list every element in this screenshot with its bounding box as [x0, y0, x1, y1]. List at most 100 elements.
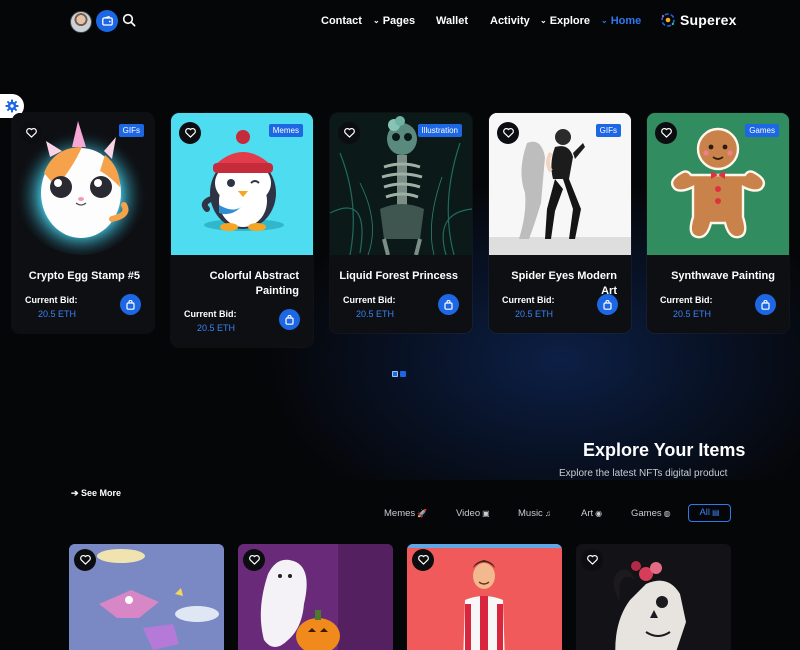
nav-activity-label: Activity: [490, 15, 530, 27]
rocket-icon: 🚀: [417, 509, 428, 518]
current-bid-label: Current Bid:: [343, 295, 396, 305]
favorite-button[interactable]: [243, 549, 265, 571]
section-title: Explore Your Items: [583, 440, 746, 460]
heart-icon: [417, 555, 429, 565]
nft-item[interactable]: [407, 544, 562, 650]
favorite-button[interactable]: [179, 122, 201, 144]
nft-title[interactable]: Crypto Egg Stamp #5: [20, 269, 140, 284]
arrow-right-icon: ➔: [71, 488, 82, 498]
shopping-bag-icon: [126, 299, 135, 310]
grid-icon: ▤: [712, 508, 720, 517]
section-subtitle: Explore the latest NFTs digital product: [559, 468, 728, 479]
shopping-bag-icon: [761, 299, 770, 310]
search-icon[interactable]: [122, 13, 136, 27]
buy-button[interactable]: [597, 294, 618, 315]
see-more-link[interactable]: ➔ See More: [71, 488, 121, 499]
nav-contact[interactable]: Contact: [321, 15, 362, 27]
tab-art-label: Art: [581, 508, 594, 519]
category-badge[interactable]: Memes: [268, 124, 303, 137]
tab-memes-label: Memes: [384, 508, 416, 519]
tab-memes[interactable]: Memes 🚀: [384, 508, 427, 519]
gamepad-icon: ◍: [663, 509, 671, 518]
favorite-button[interactable]: [497, 122, 519, 144]
tab-video[interactable]: Video ▣: [456, 508, 490, 519]
heart-icon: [502, 128, 514, 138]
category-badge[interactable]: GIFs: [595, 124, 621, 137]
bid-value: 20.5 ETH: [197, 323, 236, 333]
nav-contact-label: Contact: [321, 15, 362, 27]
bid-value: 20.5 ETH: [356, 309, 395, 319]
nav-wallet[interactable]: Wallet: [436, 15, 468, 27]
buy-button[interactable]: [120, 294, 141, 315]
favorite-button[interactable]: [412, 549, 434, 571]
chevron-down-icon: ⌄: [373, 16, 380, 25]
favorite-button[interactable]: [655, 122, 677, 144]
nav-pages-label: Pages: [382, 15, 416, 27]
tab-all-label: All: [699, 507, 710, 518]
wallet-button[interactable]: [96, 10, 118, 32]
logo-text: Superex: [680, 12, 737, 28]
nav-activity[interactable]: Activity: [490, 15, 530, 27]
nft-title[interactable]: Colorful Abstract Painting: [179, 269, 299, 299]
bid-value: 20.5 ETH: [38, 309, 77, 319]
nft-card[interactable]: Memes Colorful Abstract Painting Current…: [171, 113, 313, 347]
nft-item[interactable]: [69, 544, 224, 650]
buy-button[interactable]: [438, 294, 459, 315]
favorite-button[interactable]: [20, 122, 42, 144]
heart-icon: [660, 128, 672, 138]
nav-home[interactable]: ⌄ Home: [601, 15, 641, 27]
avatar[interactable]: [70, 11, 92, 33]
nft-card[interactable]: Illustration Liquid Forest Princess Curr…: [330, 113, 472, 333]
tab-art[interactable]: Art ◉: [581, 508, 602, 519]
nav-wallet-label: Wallet: [436, 15, 468, 27]
nav-explore[interactable]: ⌄ Explore: [540, 15, 590, 27]
current-bid-label: Current Bid:: [25, 295, 78, 305]
chevron-down-icon: ⌄: [601, 16, 608, 25]
tab-music-label: Music: [518, 508, 543, 519]
nav-explore-label: Explore: [549, 15, 591, 27]
nav-home-label: Home: [610, 15, 642, 27]
nft-item[interactable]: [238, 544, 393, 650]
heart-icon: [248, 555, 260, 565]
carousel-dot[interactable]: [392, 371, 398, 377]
nft-title[interactable]: Liquid Forest Princess: [338, 269, 458, 284]
carousel-pagination: [392, 371, 406, 377]
tab-all[interactable]: All ▤: [688, 504, 731, 522]
video-icon: ▣: [482, 509, 490, 518]
category-badge[interactable]: GIFs: [118, 124, 144, 137]
shopping-bag-icon: [603, 299, 612, 310]
see-more-label: See More: [81, 488, 122, 498]
buy-button[interactable]: [279, 309, 300, 330]
shopping-bag-icon: [285, 314, 294, 325]
category-badge[interactable]: Games: [745, 124, 779, 137]
favorite-button[interactable]: [338, 122, 360, 144]
buy-button[interactable]: [755, 294, 776, 315]
tab-video-label: Video: [456, 508, 481, 519]
favorite-button[interactable]: [581, 549, 603, 571]
shopping-bag-icon: [444, 299, 453, 310]
category-badge[interactable]: Illustration: [417, 124, 462, 137]
heart-icon: [343, 128, 355, 138]
palette-icon: ◉: [595, 509, 603, 518]
heart-icon: [184, 128, 196, 138]
heart-icon: [586, 555, 598, 565]
nft-item[interactable]: [576, 544, 731, 650]
nav-pages[interactable]: ⌄ Pages: [373, 15, 415, 27]
chevron-down-icon: ⌄: [540, 16, 547, 25]
tab-games-label: Games: [631, 508, 662, 519]
wallet-icon: [101, 16, 113, 26]
header: Contact ⌄ Pages Wallet Activity ⌄ Explore …: [0, 0, 800, 44]
current-bid-label: Current Bid:: [502, 295, 555, 305]
favorite-button[interactable]: [74, 549, 96, 571]
nft-card[interactable]: GIFs Crypto Egg Stamp #5 Current Bid: 20…: [12, 113, 154, 333]
tab-music[interactable]: Music ♫: [518, 508, 551, 519]
current-bid-label: Current Bid:: [184, 309, 237, 319]
heart-icon: [25, 128, 37, 138]
nft-card[interactable]: Games Synthwave Painting Current Bid: 20…: [647, 113, 789, 333]
carousel-dot[interactable]: [400, 371, 406, 377]
logo[interactable]: Superex: [660, 12, 737, 28]
heart-icon: [79, 555, 91, 565]
nft-title[interactable]: Synthwave Painting: [655, 269, 775, 284]
tab-games[interactable]: Games ◍: [631, 508, 671, 519]
nft-card[interactable]: GIFs Spider Eyes Modern Art Current Bid:…: [489, 113, 631, 333]
